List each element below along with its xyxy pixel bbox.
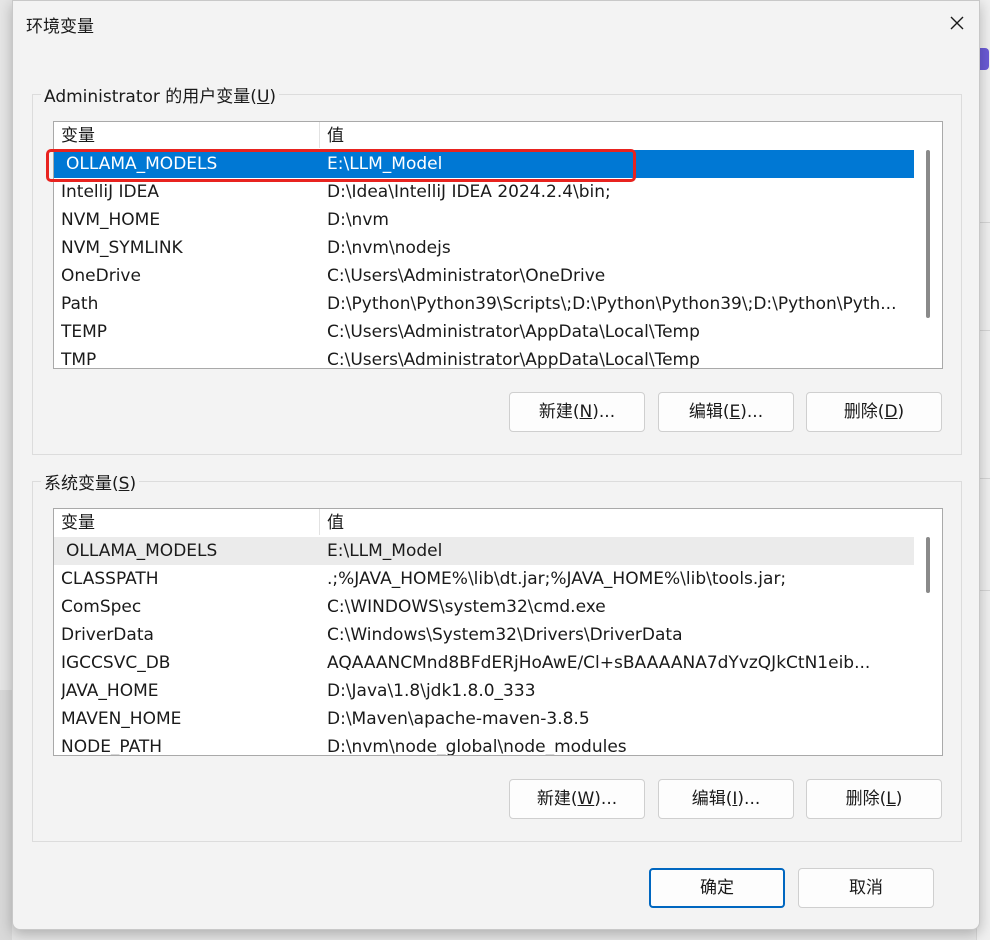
user-variables-legend: Administrator 的用户变量(U) [41,82,280,107]
table-row[interactable]: NVM_SYMLINK D:\nvm\nodejs [54,234,916,262]
variable-value: C:\Windows\System32\Drivers\DriverData [327,625,683,645]
variable-value: D:\Python\Python39\Scripts\;D:\Python\Py… [327,294,897,314]
table-row[interactable]: IntelliJ IDEA D:\Idea\IntelliJ IDEA 2024… [54,178,916,206]
user-variables-group: Administrator 的用户变量(U) 变量 值 OLLAMA_MODEL… [32,82,962,455]
system-delete-button[interactable]: 删除(L) [806,779,942,819]
list-header: 变量 值 [54,122,916,148]
table-row[interactable]: Path D:\Python\Python39\Scripts\;D:\Pyth… [54,290,916,318]
system-variables-group: 系统变量(S) 变量 值 OLLAMA_MODELS E:\LLM_Model … [32,469,962,842]
variable-name: DriverData [61,625,154,645]
variable-value: E:\LLM_Model [327,154,443,174]
system-variables-list[interactable]: 变量 值 OLLAMA_MODELS E:\LLM_Model CLASSPAT… [53,508,943,756]
user-delete-button[interactable]: 删除(D) [806,392,942,432]
close-button[interactable] [939,7,975,39]
variable-name: NVM_SYMLINK [61,238,183,258]
table-row-selected[interactable]: OLLAMA_MODELS E:\LLM_Model [54,150,916,178]
vertical-scrollbar[interactable] [914,122,942,368]
user-new-button[interactable]: 新建(N)... [509,392,645,432]
variable-name: CLASSPATH [61,569,159,589]
variable-name: OneDrive [61,266,141,286]
variable-value: D:\nvm [327,210,389,230]
variable-value: .;%JAVA_HOME%\lib\dt.jar;%JAVA_HOME%\lib… [327,569,787,589]
variable-value: C:\Users\Administrator\OneDrive [327,266,606,286]
variable-value: D:\nvm\node_global\node_modules [327,737,627,756]
scrollbar-thumb[interactable] [926,537,930,593]
column-header-variable[interactable]: 变量 [54,122,320,148]
user-edit-button[interactable]: 编辑(E)... [658,392,794,432]
column-header-value[interactable]: 值 [320,509,916,535]
variable-name: MAVEN_HOME [61,709,182,729]
table-row[interactable]: IGCCSVC_DB AQAAANCMnd8BFdERjHoAwE/Cl+sBA… [54,649,916,677]
column-header-value[interactable]: 值 [320,122,916,148]
column-header-variable[interactable]: 变量 [54,509,320,535]
variable-value: D:\nvm\nodejs [327,238,451,258]
user-variables-list[interactable]: 变量 值 OLLAMA_MODELS E:\LLM_Model IntelliJ… [53,121,943,369]
variable-name: TMP [61,350,97,369]
variable-name: Path [61,294,99,314]
variable-name: NODE_PATH [61,737,163,756]
ok-button[interactable]: 确定 [649,868,785,908]
variable-value: D:\Maven\apache-maven-3.8.5 [327,709,590,729]
table-row[interactable]: CLASSPATH .;%JAVA_HOME%\lib\dt.jar;%JAVA… [54,565,916,593]
close-icon [950,16,964,30]
table-row[interactable]: NODE_PATH D:\nvm\node_global\node_module… [54,733,916,756]
table-row[interactable]: JAVA_HOME D:\Java\1.8\jdk1.8.0_333 [54,677,916,705]
dialog-title: 环境变量 [26,17,94,37]
variable-name: TEMP [61,322,108,342]
table-row[interactable]: ComSpec C:\WINDOWS\system32\cmd.exe [54,593,916,621]
table-row[interactable]: TEMP C:\Users\Administrator\AppData\Loca… [54,318,916,346]
system-variables-legend: 系统变量(S) [41,469,140,494]
table-row[interactable]: TMP C:\Users\Administrator\AppData\Local… [54,346,916,369]
system-new-button[interactable]: 新建(W)... [509,779,645,819]
variable-name: OLLAMA_MODELS [66,541,218,561]
variable-name: JAVA_HOME [61,681,159,701]
table-row[interactable]: MAVEN_HOME D:\Maven\apache-maven-3.8.5 [54,705,916,733]
variable-name: IGCCSVC_DB [61,653,171,673]
system-edit-button[interactable]: 编辑(I)... [658,779,794,819]
table-row[interactable]: NVM_HOME D:\nvm [54,206,916,234]
cancel-button[interactable]: 取消 [798,868,934,908]
table-row[interactable]: DriverData C:\Windows\System32\Drivers\D… [54,621,916,649]
variable-value: C:\Users\Administrator\AppData\Local\Tem… [327,322,700,342]
variable-value: D:\Java\1.8\jdk1.8.0_333 [327,681,536,701]
table-row[interactable]: OneDrive C:\Users\Administrator\OneDrive [54,262,916,290]
variable-value: E:\LLM_Model [327,541,443,561]
variable-name: ComSpec [61,597,142,617]
table-row-focused[interactable]: OLLAMA_MODELS E:\LLM_Model [54,537,916,565]
background-window-fragment [0,690,12,940]
variable-name: IntelliJ IDEA [61,182,159,202]
list-header: 变量 值 [54,509,916,535]
scrollbar-thumb[interactable] [926,150,930,318]
variable-value: C:\WINDOWS\system32\cmd.exe [327,597,606,617]
variable-value: C:\Users\Administrator\AppData\Local\Tem… [327,350,700,369]
vertical-scrollbar[interactable] [914,509,942,755]
variable-value: D:\Idea\IntelliJ IDEA 2024.2.4\bin; [327,182,611,202]
variable-name: OLLAMA_MODELS [66,154,218,174]
variable-value: AQAAANCMnd8BFdERjHoAwE/Cl+sBAAAANA7dYvzQ… [327,653,871,673]
environment-variables-dialog: 环境变量 Administrator 的用户变量(U) 变量 值 OLLAMA_… [12,0,980,930]
variable-name: NVM_HOME [61,210,161,230]
